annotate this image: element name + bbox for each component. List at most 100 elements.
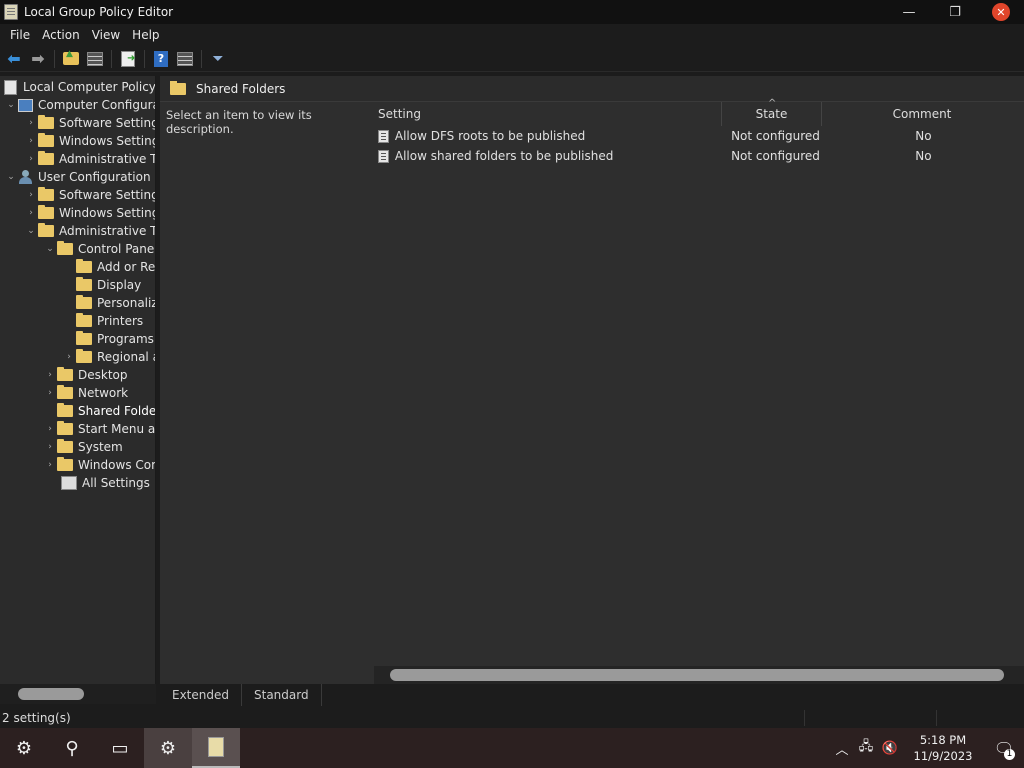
list-horizontal-scrollbar[interactable] xyxy=(374,666,1024,684)
tree-item-administrative-templates[interactable]: › Administrative Templates xyxy=(24,150,155,168)
tree-item-label: User Configuration xyxy=(38,170,151,184)
cell-setting: Allow shared folders to be published xyxy=(394,149,614,163)
chevron-right-icon[interactable]: › xyxy=(43,424,57,434)
show-hidden-icons-button[interactable]: ︿ xyxy=(830,728,854,768)
column-header-comment[interactable]: Comment xyxy=(822,102,1022,126)
toolbar-separator xyxy=(54,49,55,68)
tree-item-personalization[interactable]: Personalization xyxy=(76,294,155,312)
network-status-button[interactable]: 🖧 xyxy=(854,728,878,768)
settings-list[interactable]: ^ Setting State Comment Allow DFS roots … xyxy=(374,98,1024,668)
menu-action[interactable]: Action xyxy=(36,28,86,42)
chevron-right-icon[interactable]: › xyxy=(62,352,76,362)
chevron-down-icon[interactable]: ⌄ xyxy=(4,100,18,110)
tree-item-windows-components[interactable]: › Windows Components xyxy=(43,456,155,474)
tree-item-regional-and-language-options[interactable]: › Regional and Language Options xyxy=(62,348,155,366)
tree-item-label: Regional and Language Options xyxy=(97,350,155,364)
tree-item-local-computer-policy[interactable]: Local Computer Policy xyxy=(4,78,155,96)
chevron-right-icon[interactable]: › xyxy=(24,118,38,128)
menu-file[interactable]: File xyxy=(4,28,36,42)
system-tray: ︿ 🖧 🔇 5:18 PM 11/9/2023 🗨 1 xyxy=(830,728,1024,768)
column-header-setting[interactable]: Setting xyxy=(374,102,722,126)
export-list-button[interactable] xyxy=(118,49,138,69)
tree-horizontal-scrollbar[interactable] xyxy=(0,684,156,704)
chevron-down-icon[interactable]: ⌄ xyxy=(4,172,18,182)
folder-icon xyxy=(38,115,54,129)
chevron-right-icon[interactable]: › xyxy=(24,190,38,200)
status-text: 2 setting(s) xyxy=(2,711,71,725)
status-divider xyxy=(804,710,805,726)
folder-icon xyxy=(76,349,92,363)
tree-item-printers[interactable]: Printers xyxy=(76,312,143,330)
start-button[interactable]: ⚙ xyxy=(0,728,48,768)
task-view-icon: ▭ xyxy=(111,737,129,759)
chevron-down-icon[interactable]: ⌄ xyxy=(43,244,57,254)
tree-item-display[interactable]: Display xyxy=(76,276,141,294)
chevron-right-icon[interactable]: › xyxy=(43,460,57,470)
folder-icon xyxy=(38,133,54,147)
minimize-icon: — xyxy=(902,4,916,20)
minimize-button[interactable]: — xyxy=(886,0,932,24)
chevron-right-icon[interactable]: › xyxy=(43,388,57,398)
tree-item-software-settings[interactable]: › Software Settings xyxy=(24,114,156,132)
tree-item-network[interactable]: › Network xyxy=(43,384,128,402)
tree-item-control-panel[interactable]: ⌄ Control Panel xyxy=(43,240,155,258)
list-row[interactable]: Allow shared folders to be published Not… xyxy=(374,146,1022,166)
clock[interactable]: 5:18 PM 11/9/2023 xyxy=(906,732,980,764)
show-hide-tree-button[interactable] xyxy=(85,49,105,69)
tree-item-label: Shared Folders xyxy=(78,404,156,418)
tree-item-start-menu-and-taskbar[interactable]: › Start Menu and Taskbar xyxy=(43,420,155,438)
up-one-level-button[interactable] xyxy=(61,49,81,69)
tree-item-all-settings[interactable]: All Settings xyxy=(61,474,150,492)
chevron-right-icon[interactable]: › xyxy=(24,208,38,218)
close-button[interactable]: ✕ xyxy=(978,0,1024,24)
folder-icon xyxy=(57,403,73,417)
chevron-right-icon[interactable]: › xyxy=(24,136,38,146)
tree-item-user-configuration[interactable]: ⌄ User Configuration xyxy=(4,168,151,186)
tree-item-label: Display xyxy=(97,278,142,292)
tree-item-label: Software Settings xyxy=(59,116,156,130)
tree-item-computer-configuration[interactable]: ⌄ Computer Configuration xyxy=(4,96,155,114)
tree-item-administrative-templates[interactable]: ⌄ Administrative Templates xyxy=(24,222,155,240)
tree-item-label: Software Settings xyxy=(59,188,156,202)
search-button[interactable]: ⚲ xyxy=(48,728,96,768)
forward-button[interactable]: ➡ xyxy=(28,49,48,69)
tree-item-add-or-remove-programs[interactable]: Add or Remove Programs xyxy=(76,258,155,276)
folder-icon xyxy=(38,151,54,165)
cell-comment: No xyxy=(915,129,932,143)
details-header: Shared Folders xyxy=(160,76,1024,102)
scrollbar-thumb[interactable] xyxy=(390,669,1004,681)
notification-center-button[interactable]: 🗨 1 xyxy=(984,728,1024,768)
help-button[interactable]: ? xyxy=(151,49,171,69)
tree-item-programs[interactable]: Programs xyxy=(76,330,154,348)
chevron-right-icon[interactable]: › xyxy=(24,154,38,164)
tab-standard[interactable]: Standard xyxy=(242,684,322,706)
folder-icon xyxy=(57,385,73,399)
tree-item-system[interactable]: › System xyxy=(43,438,123,456)
column-header-state[interactable]: State xyxy=(722,102,822,126)
taskbar-group-policy-app[interactable] xyxy=(192,728,240,768)
properties-button[interactable] xyxy=(175,49,195,69)
back-button[interactable]: ⬅ xyxy=(4,49,24,69)
scrollbar-thumb[interactable] xyxy=(18,688,84,700)
tree-item-windows-settings[interactable]: › Windows Settings xyxy=(24,132,155,150)
export-list-icon xyxy=(121,50,135,67)
tree-item-windows-settings[interactable]: › Windows Settings xyxy=(24,204,155,222)
filter-button[interactable]: ⏷ xyxy=(208,49,228,69)
taskbar-settings-app[interactable]: ⚙ xyxy=(144,728,192,768)
tree-item-desktop[interactable]: › Desktop xyxy=(43,366,128,384)
chevron-down-icon[interactable]: ⌄ xyxy=(24,226,38,236)
tree-item-software-settings[interactable]: › Software Settings xyxy=(24,186,156,204)
back-arrow-icon: ⬅ xyxy=(7,49,21,68)
restore-button[interactable]: ❐ xyxy=(932,0,978,24)
menu-view[interactable]: View xyxy=(86,28,126,42)
tree-item-shared-folders[interactable]: Shared Folders xyxy=(57,402,156,420)
chevron-right-icon[interactable]: › xyxy=(43,370,57,380)
menu-help[interactable]: Help xyxy=(126,28,165,42)
chevron-right-icon[interactable]: › xyxy=(43,442,57,452)
tab-extended[interactable]: Extended xyxy=(160,684,242,706)
toolbar-separator xyxy=(111,49,112,68)
task-view-button[interactable]: ▭ xyxy=(96,728,144,768)
console-tree[interactable]: Local Computer Policy ⌄ Computer Configu… xyxy=(0,76,156,684)
volume-button[interactable]: 🔇 xyxy=(878,728,902,768)
list-row[interactable]: Allow DFS roots to be published Not conf… xyxy=(374,126,1022,146)
